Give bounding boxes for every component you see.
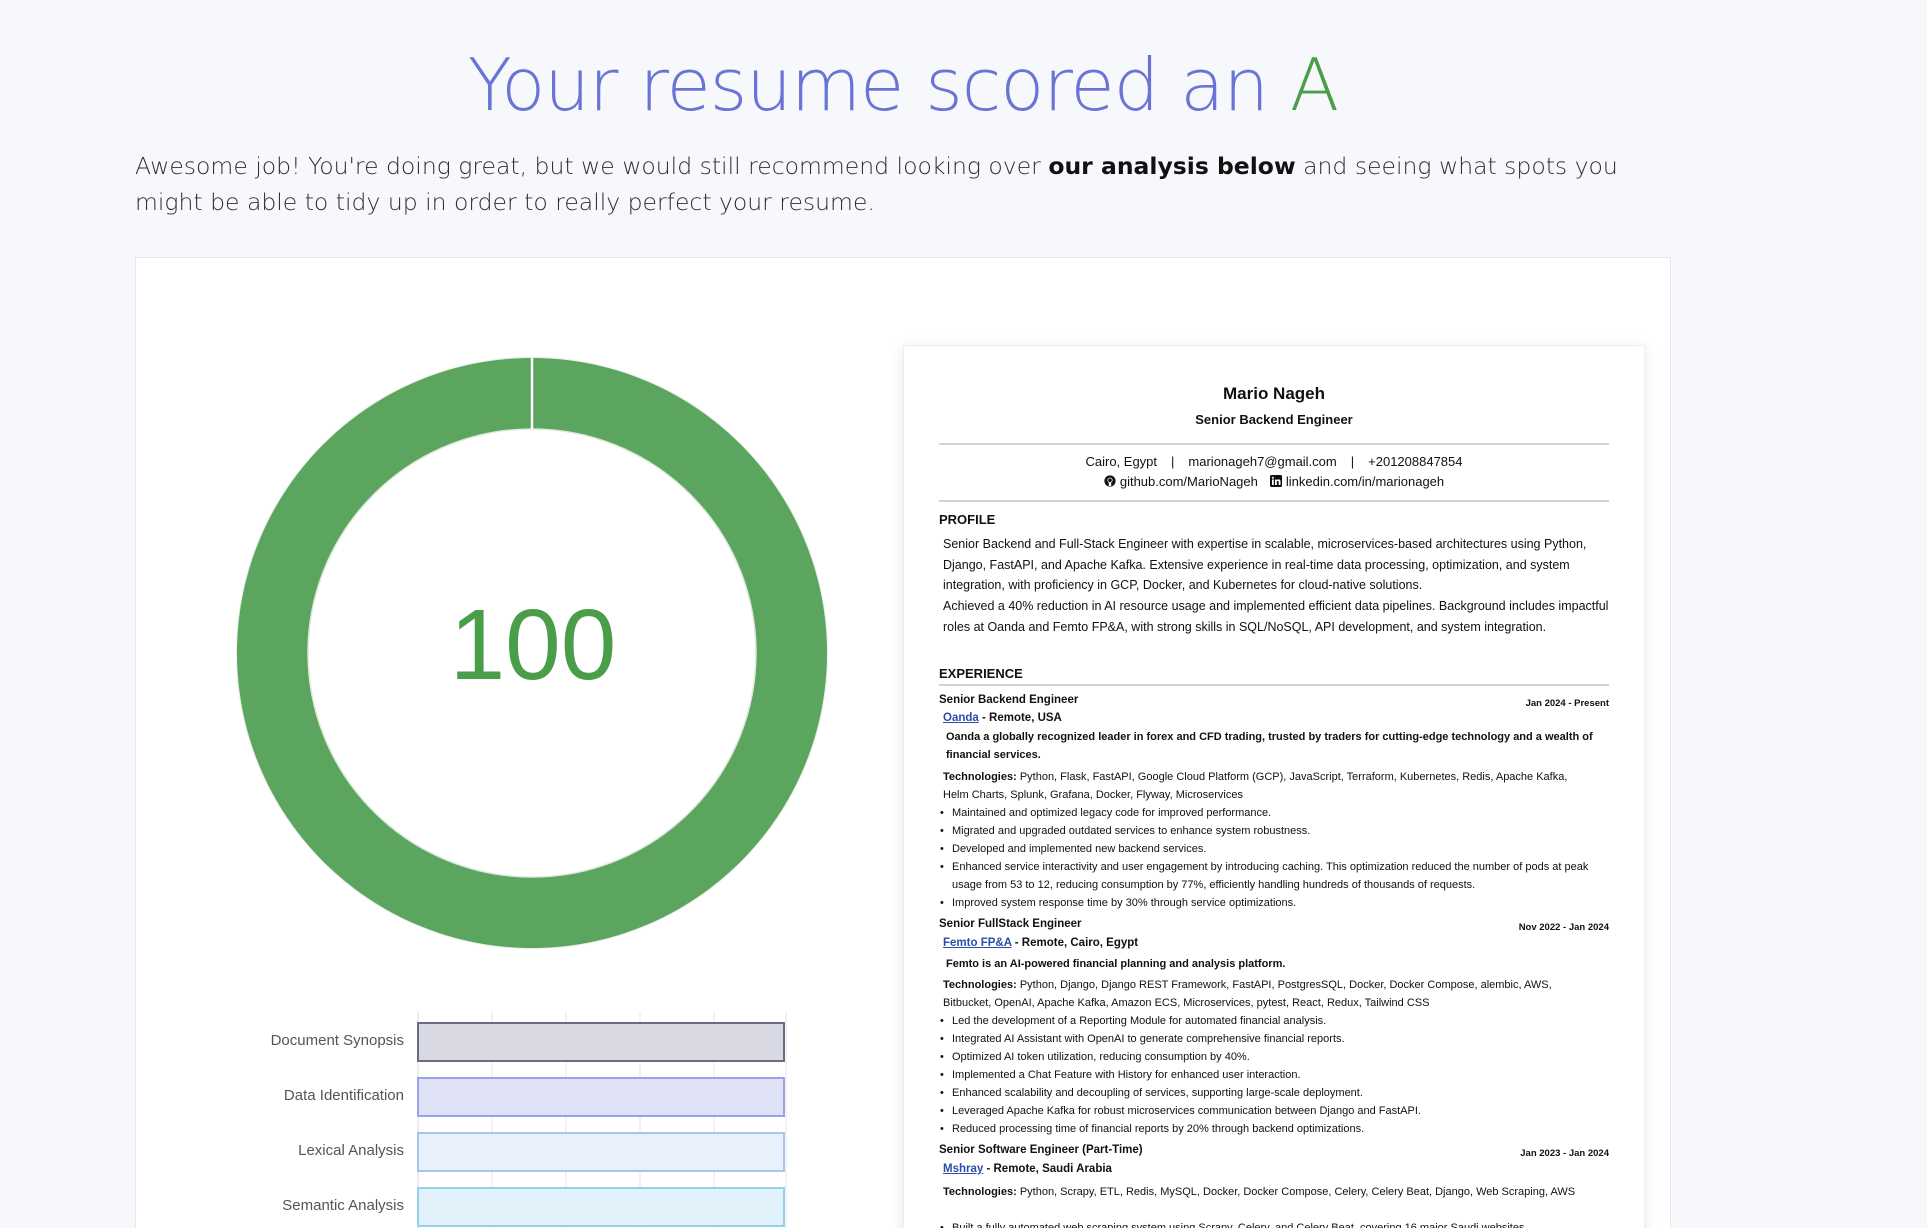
profile-heading: PROFILE: [939, 512, 996, 527]
company-link[interactable]: Oanda: [943, 712, 979, 724]
profile-paragraph-1: Senior Backend and Full-Stack Engineer w…: [943, 537, 1587, 592]
resume-name: Mario Nageh: [1222, 384, 1326, 403]
job-company: Femto FP&A - Remote, Cairo, Egypt: [943, 937, 1139, 949]
analysis-bars: Document Synopsis Data Identification Le…: [200, 1012, 800, 1228]
github-link[interactable]: github.com/MarioNageh: [1120, 474, 1258, 489]
page-title: Your resume scored an A: [0, 42, 1806, 128]
score-value: 100: [449, 589, 617, 701]
list-item: Built a fully automated web scraping sys…: [940, 1219, 1609, 1228]
divider: [939, 500, 1609, 502]
linkedin-icon: [1269, 475, 1282, 487]
list-item: Led the development of a Reporting Modul…: [940, 1012, 1609, 1030]
resume-links: github.com/MarioNageh linkedin.com/in/mar…: [939, 474, 1609, 489]
list-item: Enhanced service interactivity and user …: [940, 858, 1609, 894]
bar-label-semantic-analysis: Semantic Analysis: [282, 1197, 404, 1214]
experience-heading: EXPERIENCE: [939, 666, 1023, 681]
divider: [939, 443, 1609, 445]
linkedin-link[interactable]: linkedin.com/in/marionageh: [1286, 474, 1444, 489]
list-item: Migrated and upgraded outdated services …: [940, 822, 1609, 840]
job-company: Oanda - Remote, USA: [943, 712, 1062, 724]
job-description: Oanda a globally recognized leader in fo…: [946, 731, 1593, 761]
job-bullets: Led the development of a Reporting Modul…: [940, 1012, 1609, 1138]
job-dates: Jan 2024 - Present: [1525, 698, 1609, 709]
list-item: Enhanced scalability and decoupling of s…: [940, 1084, 1609, 1102]
divider: [939, 684, 1609, 686]
job-title: Senior Software Engineer (Part-Time): [939, 1144, 1143, 1156]
grade-letter: A: [1289, 43, 1339, 127]
bar-document-synopsis[interactable]: [417, 1022, 785, 1062]
headline-text: Your resume scored an: [467, 43, 1290, 127]
job-bullets: Built a fully automated web scraping sys…: [940, 1219, 1609, 1228]
bar-data-identification[interactable]: [417, 1077, 785, 1117]
job-company: Mshray - Remote, Saudi Arabia: [943, 1163, 1112, 1175]
job-dates: Nov 2022 - Jan 2024: [1518, 922, 1609, 933]
list-item: Leveraged Apache Kafka for robust micros…: [940, 1102, 1609, 1120]
profile-paragraph-2: Achieved a 40% reduction in AI resource …: [943, 599, 1609, 634]
list-item: Optimized AI token utilization, reducing…: [940, 1048, 1609, 1066]
job-technologies: Technologies: Python, Scrapy, ETL, Redis…: [943, 1186, 1576, 1198]
list-item: Integrated AI Assistant with OpenAI to g…: [940, 1030, 1609, 1048]
company-link[interactable]: Mshray: [943, 1163, 983, 1175]
company-link[interactable]: Femto FP&A: [943, 937, 1012, 949]
github-icon: [1104, 475, 1116, 487]
resume-role: Senior Backend Engineer: [1195, 412, 1353, 427]
resume-contact: Cairo, Egypt | marionageh7@gmail.com | +2012…: [1085, 454, 1463, 469]
job-title: Senior FullStack Engineer: [939, 918, 1082, 930]
intro-text: Awesome job! You're doing great, but we …: [135, 152, 1618, 216]
bar-label-data-identification: Data Identification: [283, 1087, 404, 1104]
job-title: Senior Backend Engineer: [939, 694, 1079, 706]
job-technologies: Technologies: Python, Django, Django RES…: [943, 979, 1552, 1009]
list-item: Reduced processing time of financial rep…: [940, 1120, 1609, 1138]
list-item: Developed and implemented new backend se…: [940, 840, 1609, 858]
bar-label-document-synopsis: Document Synopsis: [270, 1032, 404, 1049]
resume-preview[interactable]: Mario Nageh Senior Backend Engineer Cair…: [903, 345, 1645, 1228]
job-dates: Jan 2023 - Jan 2024: [1520, 1148, 1609, 1159]
list-item: Improved system response time by 30% thr…: [940, 894, 1609, 912]
job-bullets: Maintained and optimized legacy code for…: [940, 804, 1609, 912]
list-item: Implemented a Chat Feature with History …: [940, 1066, 1609, 1084]
job-technologies: Technologies: Python, Flask, FastAPI, Go…: [943, 771, 1568, 801]
job-description: Femto is an AI-powered financial plannin…: [946, 958, 1286, 970]
bar-lexical-analysis[interactable]: [417, 1132, 785, 1172]
bar-semantic-analysis[interactable]: [417, 1187, 785, 1227]
analysis-link-text: our analysis below: [1048, 152, 1296, 180]
list-item: Maintained and optimized legacy code for…: [940, 804, 1609, 822]
bar-label-lexical-analysis: Lexical Analysis: [298, 1142, 404, 1159]
